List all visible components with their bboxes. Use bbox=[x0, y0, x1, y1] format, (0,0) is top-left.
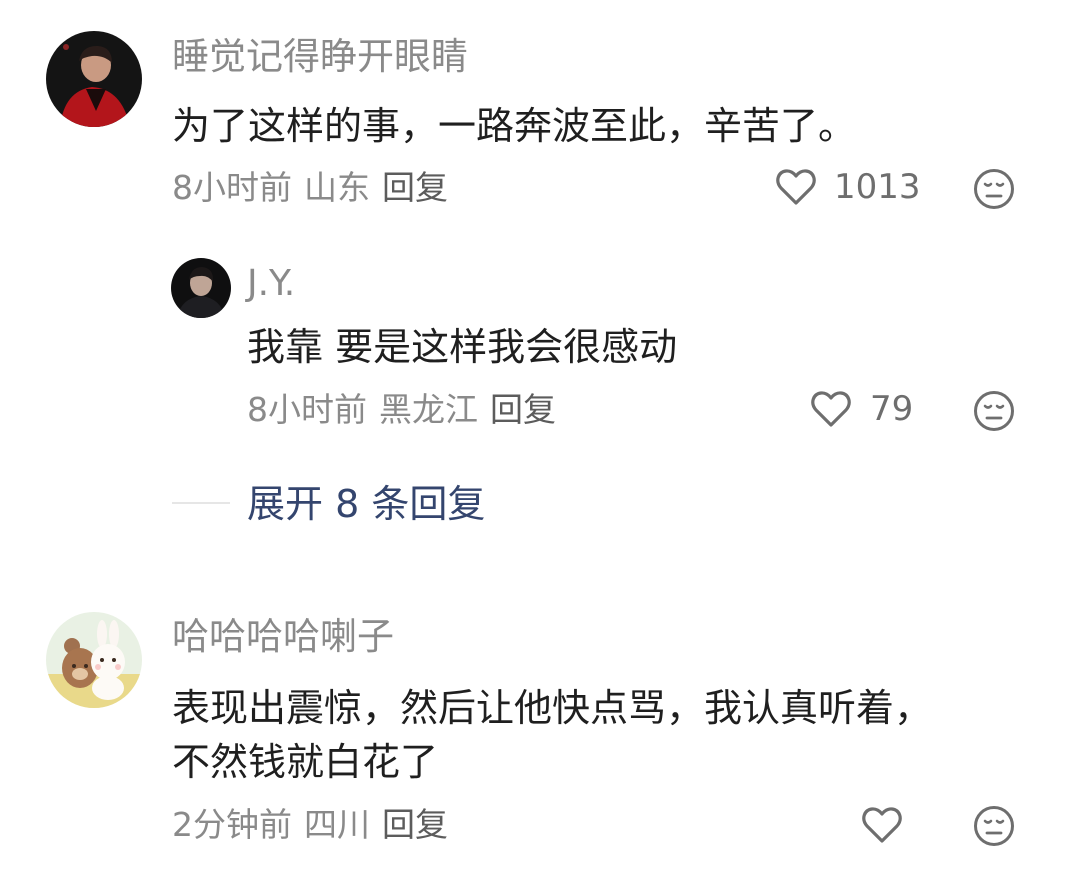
heart-outline-icon bbox=[862, 807, 902, 843]
avatar[interactable] bbox=[46, 31, 142, 127]
reply-meta: 8小时前 黑龙江 回复 bbox=[247, 393, 556, 426]
like-count: 79 bbox=[870, 389, 914, 429]
comment-username[interactable]: 睡觉记得睁开眼睛 bbox=[172, 38, 468, 75]
like-count: 1013 bbox=[834, 167, 921, 207]
dislike-button[interactable] bbox=[972, 167, 1016, 211]
comment-meta: 2分钟前 四川 回复 bbox=[172, 808, 448, 841]
like-button[interactable] bbox=[775, 167, 817, 207]
dislike-button[interactable] bbox=[972, 804, 1016, 848]
comment-meta: 8小时前 山东 回复 bbox=[172, 171, 448, 204]
dislike-button[interactable] bbox=[972, 389, 1016, 433]
reply-button[interactable]: 回复 bbox=[382, 805, 448, 844]
reply-location: 黑龙江 bbox=[379, 390, 478, 429]
comment-location: 山东 bbox=[304, 168, 370, 207]
comment-time: 2分钟前 bbox=[172, 805, 292, 844]
expand-divider bbox=[172, 502, 230, 504]
like-button[interactable] bbox=[861, 805, 903, 845]
heart-outline-icon bbox=[811, 391, 851, 427]
reply-time: 8小时前 bbox=[247, 390, 367, 429]
comment-location: 四川 bbox=[304, 805, 370, 844]
reply-text: 我靠 要是这样我会很感动 bbox=[247, 325, 678, 369]
reply-button[interactable]: 回复 bbox=[382, 168, 448, 207]
comment-text: 为了这样的事，一路奔波至此，辛苦了。 bbox=[172, 104, 857, 148]
neutral-face-icon bbox=[974, 169, 1014, 209]
comment-username[interactable]: 哈哈哈哈喇子 bbox=[172, 618, 394, 655]
comment-text-line: 表现出震惊，然后让他快点骂，我认真听着， bbox=[172, 686, 933, 730]
reply-button[interactable]: 回复 bbox=[490, 390, 556, 429]
comment-time: 8小时前 bbox=[172, 168, 292, 207]
comment-text-line: 不然钱就白花了 bbox=[172, 740, 439, 784]
like-button[interactable] bbox=[810, 389, 852, 429]
reply-avatar[interactable] bbox=[171, 258, 231, 318]
avatar[interactable] bbox=[46, 612, 142, 708]
expand-replies-link[interactable]: 展开 8 条回复 bbox=[247, 485, 485, 523]
neutral-face-icon bbox=[974, 806, 1014, 846]
neutral-face-icon bbox=[974, 391, 1014, 431]
heart-outline-icon bbox=[776, 169, 816, 205]
reply-username[interactable]: J.Y. bbox=[247, 266, 295, 302]
